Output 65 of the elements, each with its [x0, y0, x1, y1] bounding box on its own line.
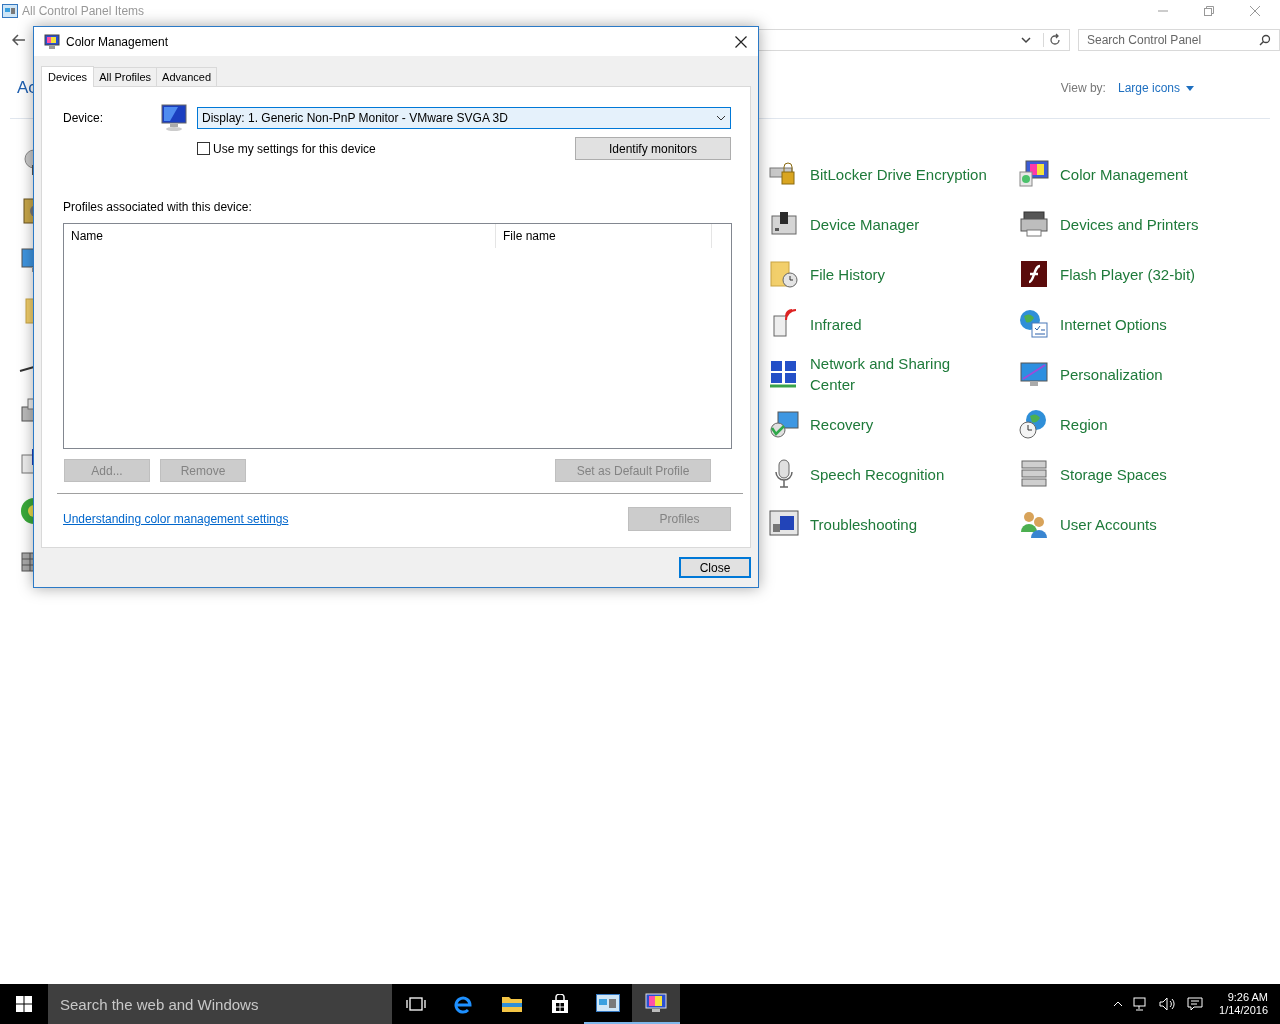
- applet-link[interactable]: Infrared: [810, 313, 862, 335]
- printer-icon[interactable]: [1018, 208, 1050, 240]
- view-by-label: View by:: [1060, 81, 1106, 95]
- control-panel-icon: [2, 4, 18, 18]
- control-panel-icon: [596, 994, 620, 1012]
- flash-icon[interactable]: [1018, 258, 1050, 290]
- help-link[interactable]: Understanding color management settings: [63, 512, 289, 526]
- checkbox-label[interactable]: Use my settings for this device: [213, 141, 376, 156]
- caret-up-icon[interactable]: [1113, 1001, 1124, 1007]
- applet-link[interactable]: Storage Spaces: [1060, 463, 1167, 485]
- task-view-icon: [406, 996, 426, 1012]
- applet-link[interactable]: Internet Options: [1060, 313, 1167, 335]
- caret-icon: [1186, 85, 1194, 91]
- monitor-icon: [44, 33, 60, 50]
- back-arrow-icon[interactable]: [12, 34, 26, 46]
- close-icon[interactable]: [735, 35, 747, 48]
- column-header[interactable]: Name: [64, 224, 496, 248]
- shopping-bag-icon: [551, 994, 569, 1014]
- window-title: All Control Panel Items: [22, 4, 145, 18]
- restore-icon[interactable]: [1203, 5, 1215, 17]
- notification-icon[interactable]: [1187, 997, 1204, 1011]
- clock-date[interactable]: 1/14/2016: [1219, 1004, 1268, 1017]
- applet-link[interactable]: User Accounts: [1060, 513, 1157, 535]
- folder-clock-icon[interactable]: [768, 258, 800, 290]
- applet-link[interactable]: Color Management: [1060, 163, 1188, 185]
- tab[interactable]: Devices: [41, 66, 95, 87]
- chevron-down-icon: [716, 115, 726, 121]
- checkbox[interactable]: [197, 142, 210, 155]
- applet-link[interactable]: File History: [810, 263, 885, 285]
- storage-icon[interactable]: [1018, 458, 1050, 490]
- applet-link[interactable]: Recovery: [810, 413, 874, 435]
- applet-link[interactable]: Device Manager: [810, 213, 920, 235]
- chevron-down-icon[interactable]: [1021, 36, 1031, 44]
- search-field[interactable]: Search Control Panel: [1078, 29, 1280, 51]
- monitor-icon: [645, 993, 667, 1013]
- applet-link[interactable]: BitLocker Drive Encryption: [810, 163, 987, 185]
- device-dropdown[interactable]: Display: 1. Generic Non-PnP Monitor - VMware SVGA 3D: [197, 107, 731, 129]
- applet-link[interactable]: Troubleshooting: [810, 513, 917, 535]
- search-field[interactable]: Search the web and Windows: [48, 984, 392, 1024]
- identify-monitors-button[interactable]: Identify monitors: [575, 137, 731, 160]
- taskbar-button[interactable]: [632, 984, 680, 1024]
- view-by-dropdown[interactable]: Large icons: [1117, 81, 1194, 95]
- applet-link[interactable]: Flash Player (32-bit): [1060, 263, 1196, 285]
- monitor-color-icon[interactable]: [1018, 158, 1050, 190]
- applet-link[interactable]: Region: [1060, 413, 1108, 435]
- search-icon: [1259, 34, 1271, 46]
- monitor-icon: [160, 103, 190, 133]
- applet-link[interactable]: Personalization: [1060, 363, 1163, 385]
- windows-logo-icon: [16, 996, 32, 1012]
- browser-icon: [454, 994, 474, 1014]
- folder-icon: [501, 995, 523, 1013]
- recovery-icon[interactable]: [768, 408, 800, 440]
- tab[interactable]: Advanced: [156, 67, 218, 86]
- volume-icon[interactable]: [1159, 997, 1178, 1011]
- applet-link[interactable]: Speech Recognition: [810, 463, 945, 485]
- close-button[interactable]: Close: [679, 557, 751, 578]
- refresh-icon[interactable]: [1043, 33, 1061, 47]
- dialog-title: Color Management: [66, 34, 169, 49]
- device-label: Device:: [63, 111, 104, 125]
- profiles-label: Profiles associated with this device:: [63, 200, 253, 214]
- applet-link[interactable]: Network and Sharing Center: [810, 353, 990, 395]
- column-header[interactable]: File name: [496, 224, 712, 248]
- clock-time[interactable]: 9:26 AM: [1227, 991, 1268, 1004]
- applet-link[interactable]: Devices and Printers: [1060, 213, 1199, 235]
- globe-checklist-icon[interactable]: [1018, 308, 1050, 340]
